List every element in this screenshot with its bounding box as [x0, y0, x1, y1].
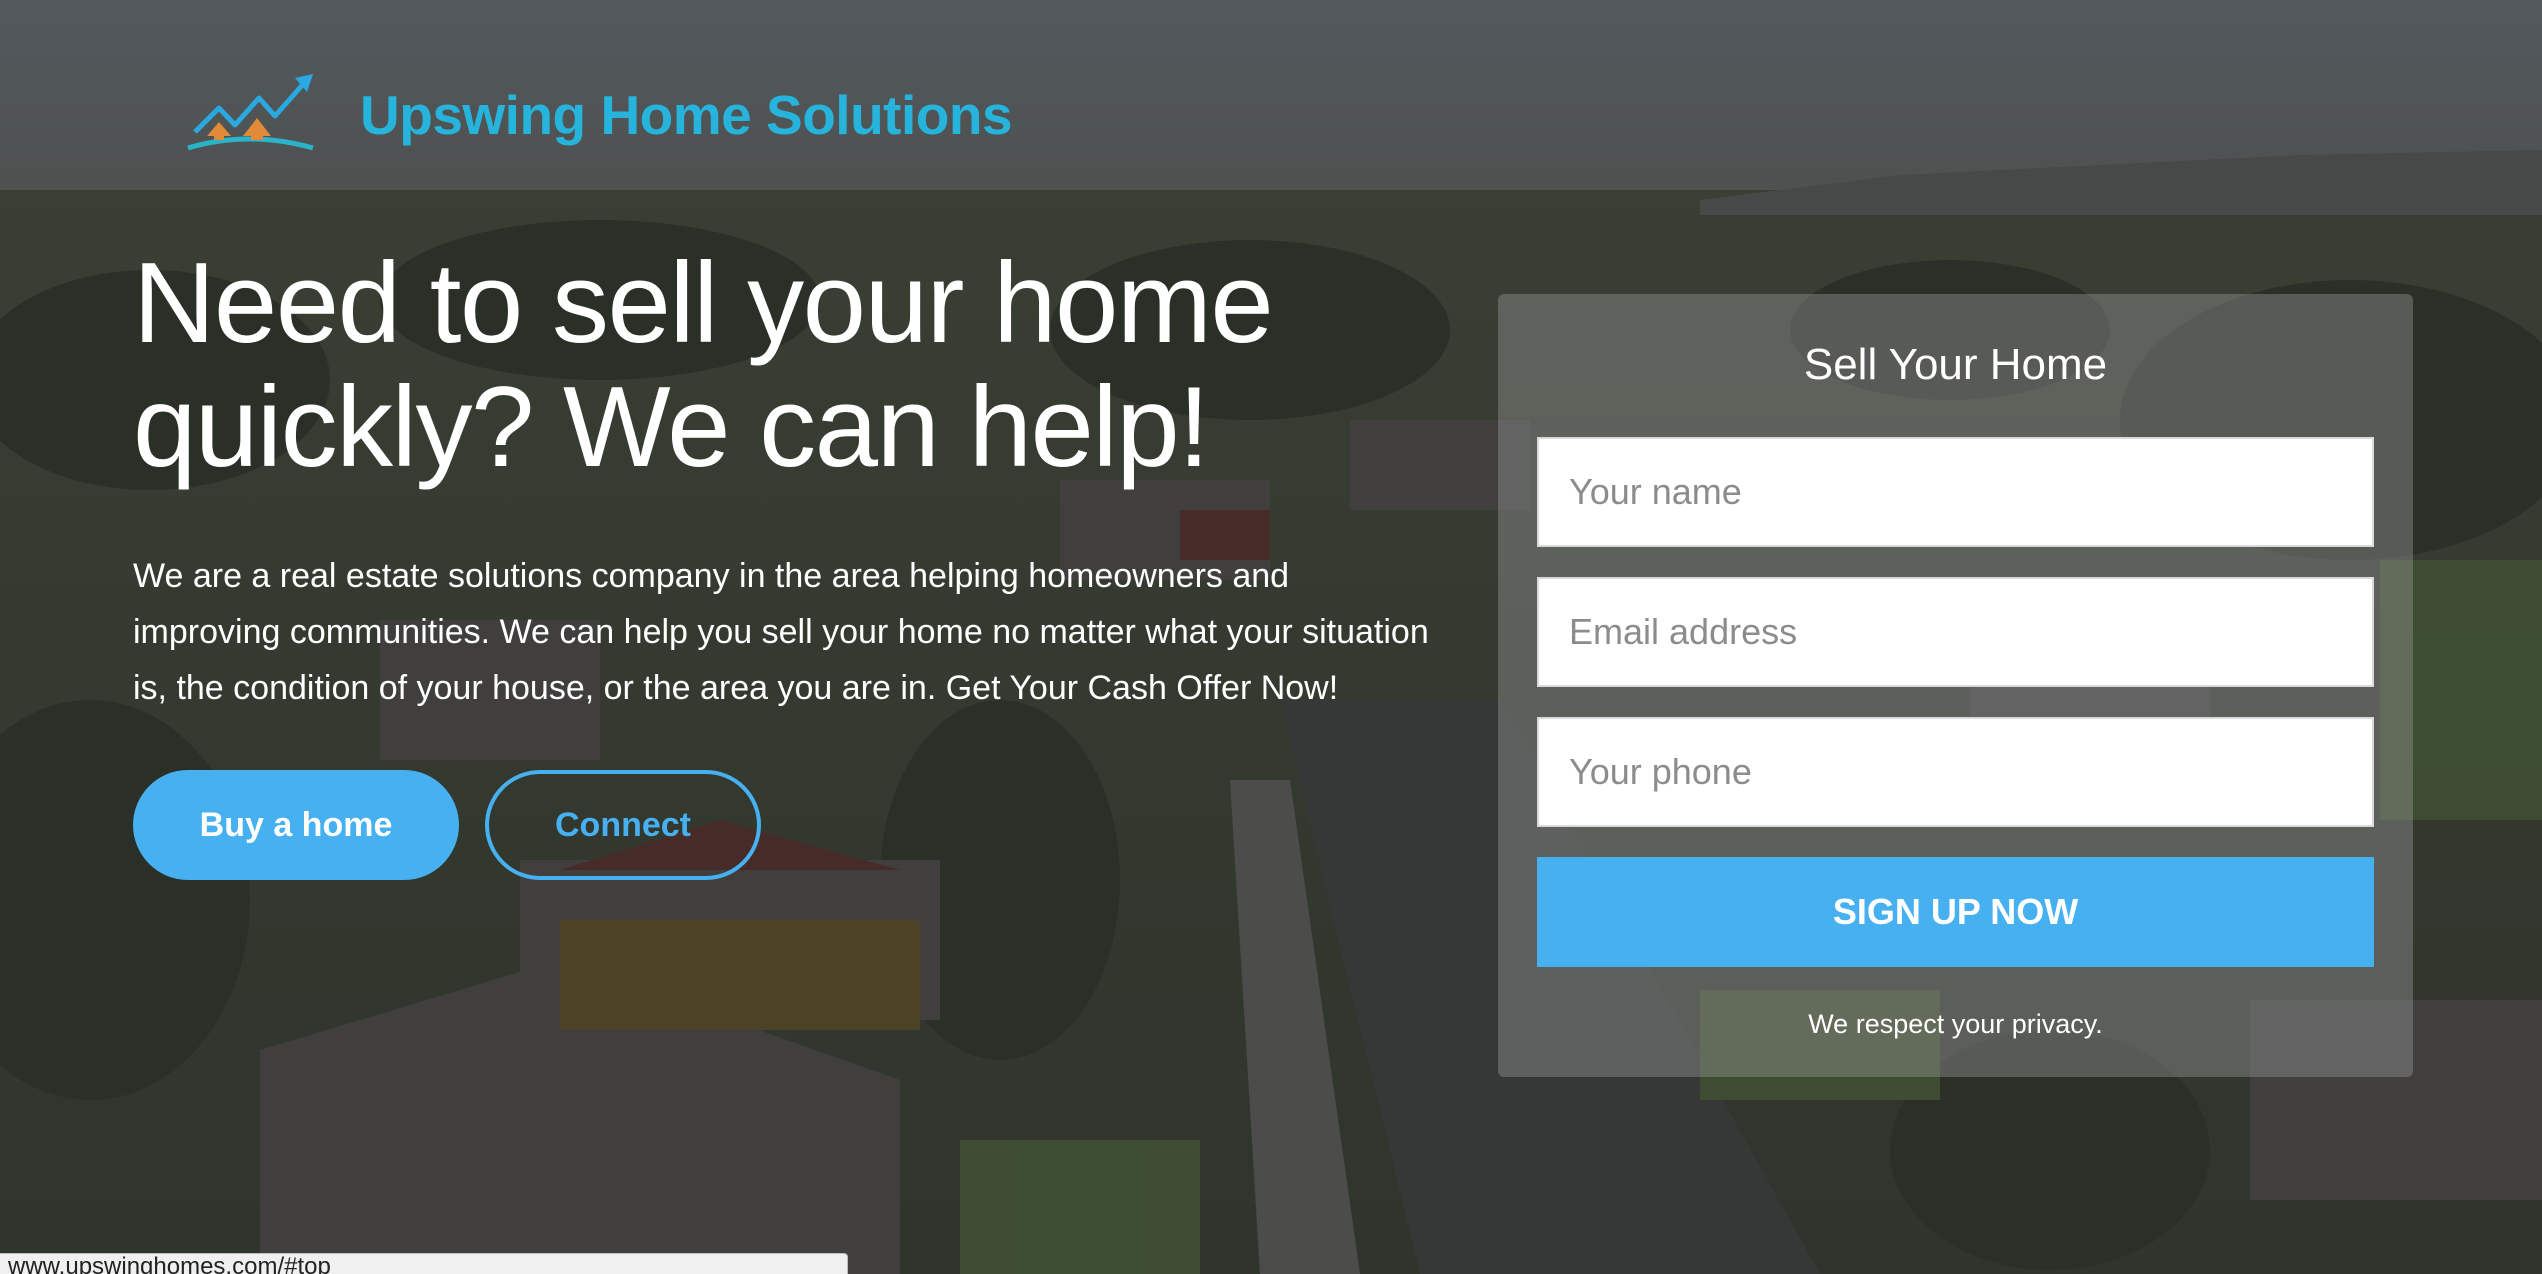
status-bar-url: www.upswinghomes.com/#top: [0, 1253, 848, 1274]
sell-your-home-form: Sell Your Home SIGN UP NOW We respect yo…: [1498, 294, 2413, 1077]
name-input[interactable]: [1537, 437, 2374, 547]
hero-cta-row: Buy a home Connect: [133, 770, 1433, 880]
form-title: Sell Your Home: [1803, 340, 2108, 389]
buy-a-home-button[interactable]: Buy a home: [133, 770, 459, 880]
sign-up-now-button[interactable]: SIGN UP NOW: [1537, 857, 2374, 967]
hero-headline-line2: quickly? We can help!: [133, 364, 1210, 491]
house-chart-logo-icon: [187, 74, 314, 151]
connect-button[interactable]: Connect: [485, 770, 761, 880]
hero-description: We are a real estate solutions company i…: [133, 557, 1429, 707]
privacy-note: We respect your privacy.: [1808, 1009, 2103, 1039]
hero-headline-line1: Need to sell your home: [133, 240, 1274, 367]
email-input[interactable]: [1537, 577, 2374, 687]
hero-section: Need to sell your home quickly? We can h…: [133, 242, 1433, 880]
brand-home-link[interactable]: Upswing Home Solutions: [183, 70, 1013, 160]
landing-page: Upswing Home Solutions Need to sell your…: [0, 0, 2542, 1274]
hero-headline: Need to sell your home quickly? We can h…: [133, 242, 1433, 490]
brand-name: Upswing Home Solutions: [360, 84, 1013, 146]
phone-input[interactable]: [1537, 717, 2374, 827]
